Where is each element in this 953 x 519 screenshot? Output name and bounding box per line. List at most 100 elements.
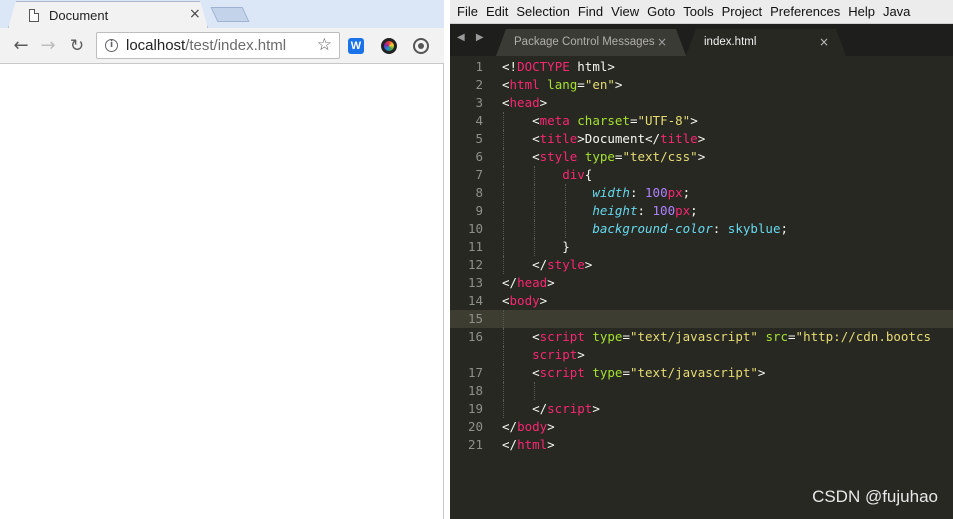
- site-info-icon[interactable]: i: [105, 39, 118, 52]
- editor-tab-package-control-messages[interactable]: Package Control Messages ×: [496, 29, 686, 56]
- color-picker-extension-icon[interactable]: [381, 38, 397, 54]
- menu-item-tools[interactable]: Tools: [683, 0, 713, 23]
- line-number: 9: [475, 203, 483, 218]
- tab-close-icon[interactable]: ×: [189, 6, 201, 22]
- line-number: 3: [475, 95, 483, 110]
- code-line[interactable]: 7 div{: [450, 166, 953, 184]
- code-token: =: [788, 329, 796, 344]
- code-token: DOCTYPE: [517, 59, 570, 74]
- line-number: 8: [475, 185, 483, 200]
- tab-scroll-arrows-icon[interactable]: ◀ ▶: [457, 32, 488, 43]
- code-line[interactable]: 13 </head>: [450, 274, 953, 292]
- code-text: height: 100px;: [502, 202, 698, 220]
- code-line[interactable]: 1 <!DOCTYPE html>: [450, 58, 953, 76]
- code-token: lang: [547, 77, 578, 92]
- code-text: <body>: [502, 292, 547, 310]
- code-token: <: [502, 329, 540, 344]
- browser-toolbar: ← → ↻ i localhost/test/index.html ☆: [0, 28, 444, 64]
- code-token: >: [614, 77, 623, 92]
- browser-tab-document[interactable]: Document ×: [8, 1, 208, 28]
- browser-viewport: [0, 64, 443, 519]
- menu-item-file[interactable]: File: [457, 0, 478, 23]
- code-token: </: [502, 401, 548, 416]
- code-line[interactable]: 3 <head>: [450, 94, 953, 112]
- code-token: >: [757, 365, 766, 380]
- code-token: px: [675, 203, 691, 218]
- line-number: 15: [467, 311, 483, 326]
- code-line[interactable]: script>: [450, 346, 953, 364]
- back-arrow-icon[interactable]: ←: [11, 36, 31, 56]
- code-line[interactable]: 8 width: 100px;: [450, 184, 953, 202]
- tab-close-icon[interactable]: ×: [819, 35, 829, 49]
- address-bar[interactable]: i localhost/test/index.html ☆: [96, 32, 340, 59]
- code-token: ;: [690, 203, 698, 218]
- new-tab-button[interactable]: [210, 7, 250, 22]
- sync-extension-icon[interactable]: [413, 38, 429, 54]
- code-token: script: [539, 329, 585, 344]
- line-number: 4: [475, 113, 483, 128]
- code-line[interactable]: 10 background-color: skyblue;: [450, 220, 953, 238]
- menu-item-help[interactable]: Help: [848, 0, 875, 23]
- line-number: 2: [475, 77, 483, 92]
- code-line[interactable]: 16 <script type="text/javascript" src="h…: [450, 328, 953, 346]
- code-token: </: [502, 437, 518, 452]
- code-line[interactable]: 5 <title>Document</title>: [450, 130, 953, 148]
- line-number: 6: [475, 149, 483, 164]
- code-token: html>: [569, 59, 615, 74]
- line-number: 13: [467, 275, 483, 290]
- menu-item-view[interactable]: View: [611, 0, 639, 23]
- tab-close-icon[interactable]: ×: [657, 35, 667, 49]
- w-extension-icon[interactable]: W: [348, 38, 364, 54]
- code-text: <head>: [502, 94, 547, 112]
- code-token: style: [539, 149, 578, 164]
- code-line[interactable]: 19 </script>: [450, 400, 953, 418]
- menu-item-selection[interactable]: Selection: [516, 0, 569, 23]
- menu-item-project[interactable]: Project: [722, 0, 762, 23]
- code-line[interactable]: 21 </html>: [450, 436, 953, 454]
- code-token: "en": [584, 77, 615, 92]
- forward-arrow-icon[interactable]: →: [38, 36, 58, 56]
- code-line[interactable]: 6 <style type="text/css">: [450, 148, 953, 166]
- code-token: >Document</: [577, 131, 661, 146]
- menu-item-java[interactable]: Java: [883, 0, 910, 23]
- code-area[interactable]: 1 <!DOCTYPE html> 2 <html lang="en"> 3 <head>…: [450, 58, 953, 454]
- code-line[interactable]: 18: [450, 382, 953, 400]
- code-line[interactable]: 20 </body>: [450, 418, 953, 436]
- code-line[interactable]: 17 <script type="text/javascript">: [450, 364, 953, 382]
- code-token: height: [592, 203, 638, 218]
- code-line[interactable]: 11 }: [450, 238, 953, 256]
- address-url[interactable]: localhost/test/index.html: [126, 37, 286, 54]
- code-token: <: [502, 77, 510, 92]
- code-token: html: [509, 77, 540, 92]
- code-token: :: [637, 203, 653, 218]
- editor-tab-index-html[interactable]: index.html ×: [686, 29, 846, 56]
- code-token: background-color: [592, 221, 713, 236]
- line-number: 14: [467, 293, 483, 308]
- code-line[interactable]: 14 <body>: [450, 292, 953, 310]
- line-number: 21: [467, 437, 483, 452]
- code-line[interactable]: 15: [450, 310, 953, 328]
- code-token: >: [592, 401, 600, 416]
- reload-icon[interactable]: ↻: [67, 36, 87, 56]
- code-line[interactable]: 2 <html lang="en">: [450, 76, 953, 94]
- menu-item-preferences[interactable]: Preferences: [770, 0, 840, 23]
- code-token: <: [502, 131, 540, 146]
- menu-item-find[interactable]: Find: [578, 0, 603, 23]
- menu-item-goto[interactable]: Goto: [647, 0, 675, 23]
- browser-tab-strip: Document ×: [0, 0, 444, 28]
- code-text: background-color: skyblue;: [502, 220, 788, 238]
- code-token: >: [697, 131, 706, 146]
- menu-item-edit[interactable]: Edit: [486, 0, 508, 23]
- line-number: 1: [475, 59, 483, 74]
- line-number: 5: [475, 131, 483, 146]
- line-number: 7: [475, 167, 483, 182]
- bookmark-star-icon[interactable]: ☆: [317, 35, 332, 55]
- code-line[interactable]: 4 <meta charset="UTF-8">: [450, 112, 953, 130]
- code-line[interactable]: 12 </style>: [450, 256, 953, 274]
- code-token: type: [592, 365, 623, 380]
- code-line[interactable]: 9 height: 100px;: [450, 202, 953, 220]
- code-editor-window: File Edit Selection Find View Goto Tools Projec…: [450, 0, 953, 519]
